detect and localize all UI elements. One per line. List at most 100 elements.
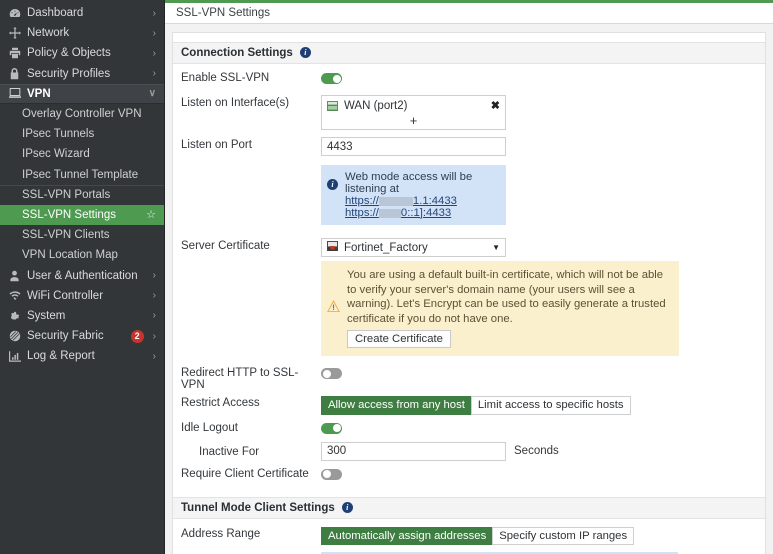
redacted-ip-2	[379, 209, 401, 218]
sidebar-item-overlay-controller-vpn[interactable]: Overlay Controller VPN	[0, 104, 164, 124]
webmode-info-spacer	[181, 165, 321, 167]
info-icon[interactable]: i	[300, 47, 311, 59]
listen-port-label: Listen on Port	[181, 137, 321, 151]
policy-icon	[7, 47, 22, 59]
sidebar-item-vpn-location-map[interactable]: VPN Location Map	[0, 245, 164, 265]
warning-icon	[327, 300, 340, 317]
gauge-icon	[7, 8, 22, 19]
sidebar-item-ipsec-wizard[interactable]: IPsec Wizard	[0, 144, 164, 164]
require-client-certificate-label: Require Client Certificate	[181, 466, 321, 480]
info-icon[interactable]: i	[342, 502, 353, 514]
sidebar-item-security-profiles[interactable]: Security Profiles ›	[0, 64, 164, 84]
monitor-icon	[7, 88, 22, 99]
require-client-certificate-field	[321, 466, 757, 484]
sidebar-item-system[interactable]: System ›	[0, 306, 164, 326]
sidebar-subitem-label: IPsec Tunnels	[22, 128, 94, 140]
enable-ssl-vpn-label: Enable SSL-VPN	[181, 70, 321, 84]
wifi-icon	[7, 290, 22, 301]
sidebar-item-ipsec-tunnels[interactable]: IPsec Tunnels	[0, 124, 164, 144]
row-webmode-info: i Web mode access will be listening at h…	[173, 156, 765, 225]
address-range-field: Automatically assign addresses Specify c…	[321, 526, 757, 546]
restrict-access-option-specific-hosts[interactable]: Limit access to specific hosts	[471, 396, 631, 415]
row-redirect-http: Redirect HTTP to SSL-VPN	[173, 356, 765, 391]
listen-interfaces-field: WAN (port2) ✖ +	[321, 95, 757, 130]
webmode-info-text: Web mode access will be listening at htt…	[345, 171, 498, 219]
certificate-warning-content: You are using a default built-in certifi…	[347, 268, 671, 348]
sidebar-subitem-label: SSL-VPN Clients	[22, 229, 110, 241]
row-address-range: Address Range Automatically assign addre…	[173, 519, 765, 546]
user-icon	[7, 270, 22, 282]
row-enable-ssl-vpn: Enable SSL-VPN	[173, 64, 765, 88]
row-listen-port: Listen on Port 4433	[173, 130, 765, 156]
section-title: Tunnel Mode Client Settings	[181, 502, 335, 514]
webmode-url-2[interactable]: https:// 0::1]:4433	[345, 207, 451, 219]
page-title: SSL-VPN Settings	[176, 7, 270, 19]
sidebar-item-label: Policy & Objects	[27, 47, 149, 59]
chevron-down-icon: ∨	[149, 88, 156, 99]
content-padding: Connection Settings i Enable SSL-VPN Lis…	[165, 24, 773, 554]
chevron-right-icon: ›	[153, 331, 156, 342]
server-certificate-select[interactable]: Fortinet_Factory ▼	[321, 238, 506, 257]
info-icon: i	[327, 178, 338, 190]
chevron-right-icon: ›	[153, 310, 156, 321]
sidebar-subitem-label: IPsec Wizard	[22, 148, 90, 160]
listen-interfaces-label: Listen on Interface(s)	[181, 95, 321, 109]
sidebar-item-ssl-vpn-portals[interactable]: SSL-VPN Portals	[0, 185, 164, 205]
chart-icon	[7, 351, 22, 362]
section-gap	[173, 484, 765, 497]
sidebar-item-user-authentication[interactable]: User & Authentication ›	[0, 265, 164, 285]
url-suffix: 0::1]:4433	[401, 207, 451, 219]
chevron-down-icon[interactable]: ▼	[492, 243, 500, 252]
star-icon[interactable]: ☆	[146, 208, 156, 221]
sidebar-item-network[interactable]: Network ›	[0, 23, 164, 43]
add-interface-button[interactable]: +	[322, 115, 505, 129]
sidebar-item-ssl-vpn-settings[interactable]: SSL-VPN Settings ☆	[0, 205, 164, 225]
interface-multiselect[interactable]: WAN (port2) ✖ +	[321, 95, 506, 130]
restrict-access-field: Allow access from any host Limit access …	[321, 395, 757, 415]
enable-ssl-vpn-toggle[interactable]	[321, 73, 342, 84]
address-range-option-auto[interactable]: Automatically assign addresses	[321, 527, 493, 546]
certificate-warning-text: You are using a default built-in certifi…	[347, 269, 666, 325]
create-certificate-button[interactable]: Create Certificate	[347, 330, 451, 348]
address-range-label: Address Range	[181, 526, 321, 540]
sidebar-item-wifi-controller[interactable]: WiFi Controller ›	[0, 286, 164, 306]
redacted-ip-1	[379, 197, 413, 206]
restrict-access-option-any-host[interactable]: Allow access from any host	[321, 396, 472, 415]
webmode-info-line: Web mode access will be listening at	[345, 171, 472, 195]
address-range-option-custom[interactable]: Specify custom IP ranges	[492, 527, 634, 546]
url-prefix: https://	[345, 207, 379, 219]
sidebar-subitem-label: IPsec Tunnel Template	[22, 169, 138, 181]
row-idle-logout: Idle Logout	[173, 415, 765, 438]
restrict-access-label: Restrict Access	[181, 395, 321, 409]
inactive-for-input[interactable]: 300	[321, 442, 506, 461]
settings-panel: Connection Settings i Enable SSL-VPN Lis…	[172, 32, 766, 554]
sidebar-item-ipsec-tunnel-template[interactable]: IPsec Tunnel Template	[0, 165, 164, 185]
remove-interface-icon[interactable]: ✖	[491, 99, 500, 112]
sidebar-item-log-report[interactable]: Log & Report ›	[0, 346, 164, 366]
sidebar-item-ssl-vpn-clients[interactable]: SSL-VPN Clients	[0, 225, 164, 245]
listen-port-input[interactable]: 4433	[321, 137, 506, 156]
listen-port-field: 4433	[321, 137, 757, 156]
sidebar-item-security-fabric[interactable]: Security Fabric 2 ›	[0, 326, 164, 346]
redirect-http-toggle[interactable]	[321, 368, 342, 379]
webmode-url-1[interactable]: https://1.1:4433	[345, 195, 457, 207]
sidebar-item-label: Security Profiles	[27, 68, 149, 80]
sidebar-item-dashboard[interactable]: Dashboard ›	[0, 3, 164, 23]
chevron-right-icon: ›	[153, 28, 156, 39]
sidebar-subitem-label: VPN Location Map	[22, 249, 118, 261]
sidebar-item-label: WiFi Controller	[27, 290, 149, 302]
require-client-certificate-toggle[interactable]	[321, 469, 342, 480]
row-inactive-for: Inactive For 300 Seconds	[173, 438, 765, 461]
idle-logout-label: Idle Logout	[181, 420, 321, 434]
sidebar: Dashboard › Network › Policy & Objects ›…	[0, 0, 165, 554]
sidebar-item-vpn[interactable]: VPN ∨	[0, 84, 164, 104]
sidebar-item-policy-objects[interactable]: Policy & Objects ›	[0, 43, 164, 63]
interface-icon	[327, 101, 338, 111]
row-server-certificate: Server Certificate Fortinet_Factory ▼	[173, 225, 765, 257]
idle-logout-toggle[interactable]	[321, 423, 342, 434]
row-restrict-access: Restrict Access Allow access from any ho…	[173, 391, 765, 415]
row-certificate-warning: You are using a default built-in certifi…	[173, 257, 765, 356]
sidebar-subitem-label: Overlay Controller VPN	[22, 108, 142, 120]
certificate-icon	[327, 241, 338, 254]
page-tab[interactable]: SSL-VPN Settings	[165, 3, 773, 24]
